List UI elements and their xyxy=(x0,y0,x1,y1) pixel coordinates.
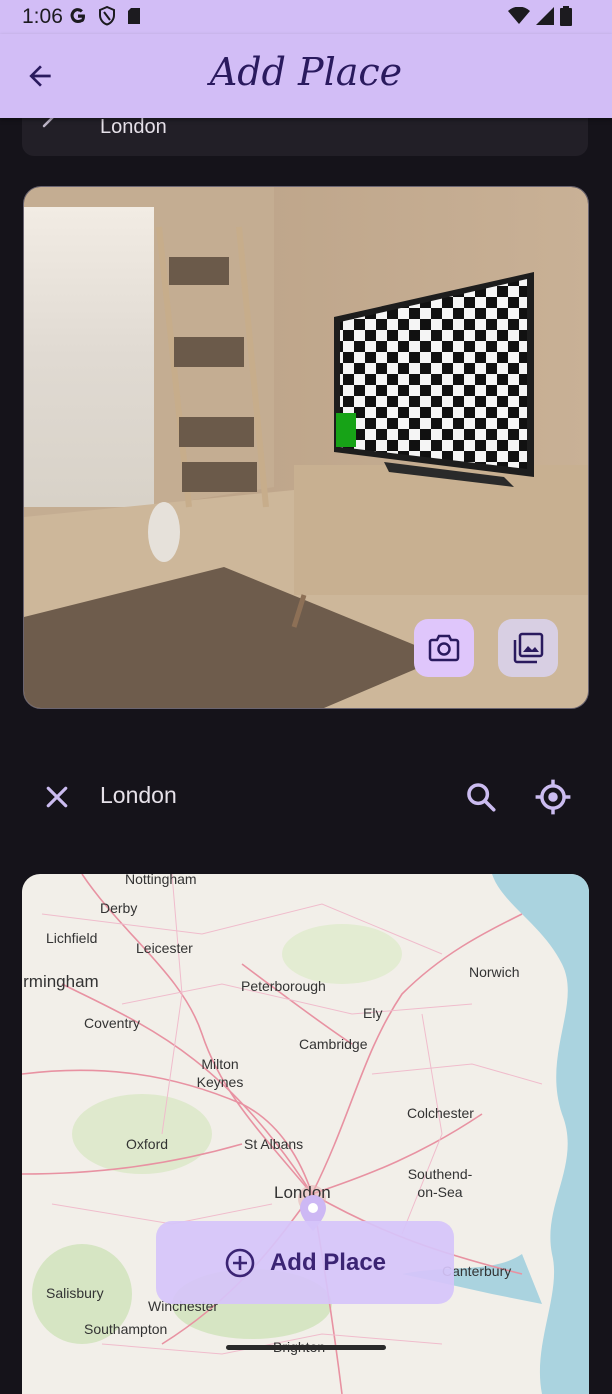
map-label: Cambridge xyxy=(299,1036,368,1052)
map-label: Milton Keynes xyxy=(196,1056,244,1090)
map-label: Coventry xyxy=(84,1015,141,1031)
camera-icon xyxy=(428,634,460,662)
map-label: Derby xyxy=(100,900,138,916)
app-bar: Add Place xyxy=(0,34,612,118)
location-search-input[interactable] xyxy=(100,778,440,812)
status-bar: 1:06 xyxy=(0,0,612,34)
map-label: Ely xyxy=(363,1005,383,1021)
map-label: Salisbury xyxy=(46,1285,104,1301)
map-label: Colchester xyxy=(407,1105,474,1121)
sd-card-icon xyxy=(128,8,140,24)
map-tiles xyxy=(22,874,589,1394)
signal-icon xyxy=(536,7,554,25)
map-label: Southend-on-Sea xyxy=(407,1166,473,1200)
wifi-icon xyxy=(508,7,530,24)
map-label: Lichfield xyxy=(46,930,98,946)
gallery-icon xyxy=(513,632,544,664)
battery-icon xyxy=(560,6,572,26)
add-place-label: Add Place xyxy=(269,1248,387,1276)
map-label: Oxford xyxy=(126,1136,169,1152)
map-label: Nottingham xyxy=(125,874,197,887)
map-label: Peterborough xyxy=(241,978,326,994)
close-icon[interactable] xyxy=(42,782,72,812)
search-icon[interactable] xyxy=(464,780,498,814)
my-location-icon[interactable] xyxy=(534,778,572,816)
map-label: Southampton xyxy=(84,1321,168,1337)
add-circle-icon xyxy=(225,1248,255,1277)
status-time: 1:06 xyxy=(22,5,63,28)
map-view[interactable]: Nottingham Derby Lichfield Leicester Bir… xyxy=(22,874,589,1394)
map-label: Norwich xyxy=(469,964,520,980)
shield-icon xyxy=(99,6,115,26)
page-title: Add Place xyxy=(209,50,403,94)
map-label: St Albans xyxy=(244,1136,304,1152)
map-label: Birmingham xyxy=(22,972,99,991)
title-field-value: London xyxy=(100,116,167,138)
google-icon xyxy=(70,8,85,24)
take-photo-button[interactable] xyxy=(414,619,474,677)
pick-gallery-button[interactable] xyxy=(498,619,558,677)
gesture-handle xyxy=(226,1345,386,1350)
map-label: Leicester xyxy=(136,940,193,956)
add-place-button[interactable]: Add Place xyxy=(156,1221,454,1304)
location-search xyxy=(22,764,588,828)
